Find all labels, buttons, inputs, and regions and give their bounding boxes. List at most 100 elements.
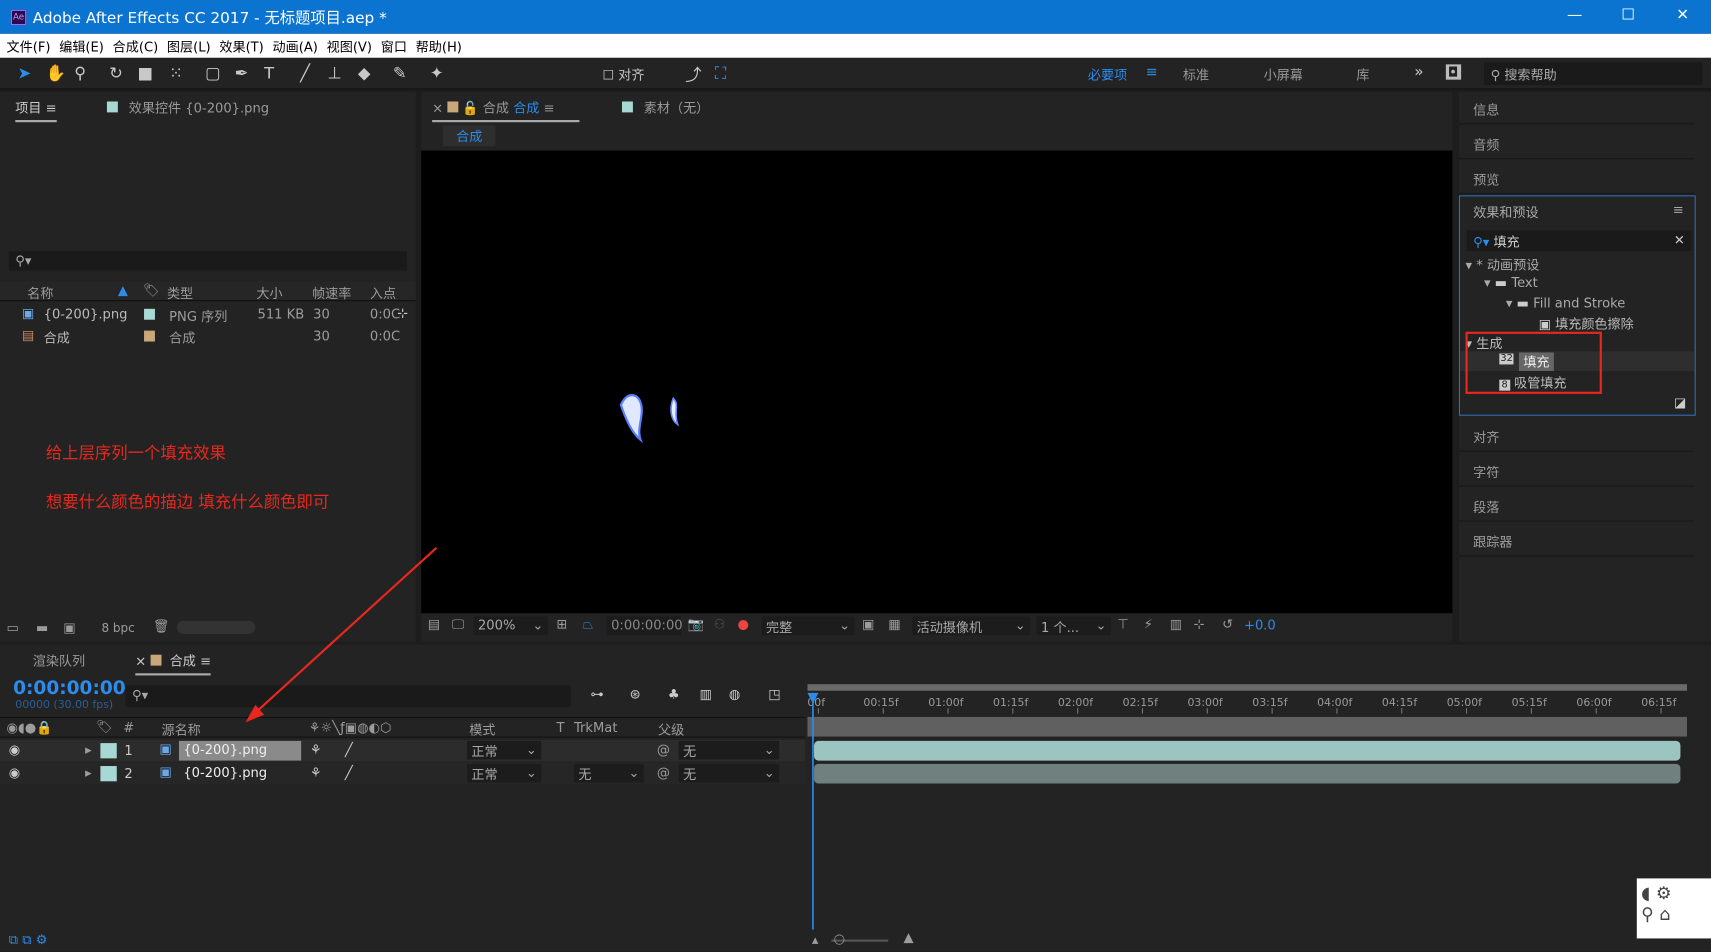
panel-tracker[interactable]: 跟踪器: [1458, 524, 1695, 557]
expand-triangle-icon[interactable]: ▸: [85, 742, 92, 757]
shy-switch-icon[interactable]: ⚘: [310, 742, 322, 757]
menu-file[interactable]: 文件(F): [7, 37, 51, 56]
resolution-dropdown[interactable]: 完整 ⌄: [761, 616, 855, 636]
menu-animation[interactable]: 动画(A): [273, 37, 318, 56]
draft-3d-icon[interactable]: ⊛: [630, 686, 641, 701]
motion-blur-icon[interactable]: ◍: [729, 686, 740, 701]
flowchart-icon[interactable]: ⊹: [397, 306, 408, 321]
stamp-tool-icon[interactable]: ⊥: [327, 63, 341, 83]
workspace-menu-icon[interactable]: ≡: [1146, 64, 1158, 80]
mode-dropdown[interactable]: 正常 ⌄: [467, 740, 542, 760]
col-name[interactable]: 名称: [27, 284, 53, 303]
selection-tool-icon[interactable]: ➤: [17, 63, 31, 83]
maximize-button[interactable]: ☐: [1612, 7, 1645, 24]
bit-depth-button[interactable]: 8 bpc: [101, 621, 134, 635]
workspace-libraries[interactable]: 库: [1356, 65, 1369, 84]
comp-navigator-tab[interactable]: 合成: [443, 125, 496, 147]
menu-edit[interactable]: 编辑(E): [59, 37, 104, 56]
more-workspaces-button[interactable]: »: [1414, 63, 1423, 80]
monitor-icon[interactable]: 🖵: [452, 617, 465, 633]
camera-tool-icon[interactable]: ■: [137, 63, 152, 83]
thumbnail-slider[interactable]: [176, 620, 256, 634]
composition-flowchart-icon[interactable]: ⊶: [590, 686, 603, 701]
views-dropdown[interactable]: 1 个... ⌄: [1036, 616, 1111, 636]
floating-tool-widget[interactable]: ◖ ⚙ ⚲ ⌂: [1636, 878, 1711, 939]
tab-footage[interactable]: 素材（无）: [621, 98, 709, 117]
toggle-pixel-aspect-icon[interactable]: ⊤: [1117, 617, 1128, 632]
new-folder-icon[interactable]: ▬: [36, 620, 48, 635]
mode-dropdown[interactable]: 正常 ⌄: [467, 763, 542, 783]
label-color-swatch[interactable]: [144, 308, 155, 320]
workspace-essentials[interactable]: 必要项: [1088, 65, 1127, 84]
minimize-button[interactable]: —: [1558, 7, 1591, 24]
visibility-eye-icon[interactable]: ◉: [9, 742, 20, 757]
exposure-value[interactable]: +0.0: [1244, 618, 1276, 633]
trash-icon[interactable]: 🗑: [153, 619, 170, 634]
puppet-tool-icon[interactable]: ✦: [430, 63, 444, 83]
zoom-dropdown[interactable]: 200% ⌄: [473, 616, 548, 636]
sort-ascending-icon[interactable]: ▲: [118, 283, 128, 298]
layer-row[interactable]: ◉ ▸ 2 ▣ {0-200}.png ⚘ ╱ 正常 ⌄ 无 ⌄ @ 无 ⌄: [0, 762, 806, 785]
tab-project[interactable]: 项目 ≡: [15, 98, 57, 123]
workspace-small-screen[interactable]: 小屏幕: [1264, 65, 1303, 84]
parent-dropdown[interactable]: 无 ⌄: [678, 763, 780, 783]
menu-layer[interactable]: 图层(L): [167, 37, 211, 56]
tree-item[interactable]: ▾ ▬ Text: [1484, 275, 1538, 290]
show-snapshot-icon[interactable]: ⚇: [714, 617, 726, 632]
effects-search-input[interactable]: ⚲▾ 填充 ✕: [1466, 230, 1692, 251]
safe-zones-icon[interactable]: ⊞: [557, 617, 568, 632]
menu-effect[interactable]: 效果(T): [219, 37, 263, 56]
panel-character[interactable]: 字符: [1458, 454, 1695, 487]
tab-effect-controls[interactable]: 效果控件 {0-200}.png: [106, 98, 269, 117]
layer-row[interactable]: ◉ ▸ 1 ▣ {0-200}.png ⚘ ╱ 正常 ⌄ @ 无 ⌄: [0, 739, 806, 762]
current-time-field[interactable]: 0:00:00:00: [606, 616, 683, 636]
menu-window[interactable]: 窗口: [381, 37, 407, 56]
zoom-in-icon[interactable]: ▲: [904, 930, 914, 945]
close-button[interactable]: ✕: [1666, 7, 1699, 24]
tree-item[interactable]: ▣ 填充颜色擦除: [1539, 314, 1634, 333]
roto-brush-tool-icon[interactable]: ✎: [393, 63, 407, 83]
menu-composition[interactable]: 合成(C): [113, 37, 159, 56]
graph-editor-icon[interactable]: ◳: [768, 686, 780, 701]
panel-paragraph[interactable]: 段落: [1458, 489, 1695, 522]
col-type[interactable]: 类型: [167, 284, 193, 303]
label-color-swatch[interactable]: [100, 766, 117, 782]
col-in-point[interactable]: 入点: [370, 284, 396, 303]
workspace-standard[interactable]: 标准: [1183, 65, 1209, 84]
col-source-name[interactable]: 源名称: [161, 720, 200, 739]
interpret-footage-icon[interactable]: ▭: [7, 620, 19, 635]
panel-audio[interactable]: 音频: [1458, 127, 1695, 160]
tab-timeline-comp[interactable]: × 合成 ≡: [135, 651, 212, 676]
align-checkbox[interactable]: ☐ 对齐: [602, 65, 644, 84]
transparency-grid-icon[interactable]: ▦: [888, 617, 900, 632]
expand-triangle-icon[interactable]: ▸: [85, 765, 92, 780]
timeline-search-input[interactable]: ⚲▾: [125, 685, 571, 708]
col-fps[interactable]: 帧速率: [312, 284, 351, 303]
project-search-input[interactable]: ⚲▾: [8, 250, 408, 271]
channel-icon[interactable]: ●: [738, 617, 749, 632]
layer-switches-toggle-icon[interactable]: ⧉ ⧉ ⚙: [9, 932, 48, 948]
snapshot-icon[interactable]: 📷: [687, 617, 703, 632]
layer-bar[interactable]: [814, 763, 1681, 784]
zoom-slider-handle[interactable]: ○: [834, 931, 845, 946]
trkmat-dropdown[interactable]: 无 ⌄: [573, 763, 644, 783]
time-navigator[interactable]: [807, 716, 1687, 737]
brush-tool-icon[interactable]: ╱: [300, 63, 310, 83]
region-of-interest-icon[interactable]: ▣: [862, 617, 874, 632]
composition-viewer[interactable]: [421, 150, 1453, 614]
fast-previews-icon[interactable]: ⚡: [1144, 617, 1153, 632]
parent-pickwhip-icon[interactable]: @: [657, 742, 670, 757]
layer-name[interactable]: {0-200}.png: [179, 764, 301, 784]
clear-search-icon[interactable]: ✕: [1674, 232, 1685, 247]
new-composition-icon[interactable]: ▣: [63, 620, 75, 635]
reset-exposure-icon[interactable]: ↺: [1222, 617, 1233, 632]
quality-switch-icon[interactable]: ╱: [345, 742, 353, 757]
panel-preview[interactable]: 预览: [1458, 161, 1695, 195]
layer-bar[interactable]: [814, 740, 1681, 761]
rotate-tool-icon[interactable]: ↻: [109, 63, 123, 83]
frame-blending-icon[interactable]: ▥: [699, 686, 711, 701]
visibility-eye-icon[interactable]: ◉: [9, 765, 20, 780]
timeline-timecode[interactable]: 0:00:00:00: [13, 678, 126, 700]
timeline-area[interactable]: 00f 00:15f 01:00f 01:15f 02:00f 02:15f 03:00f 0…: [807, 678, 1696, 930]
new-preset-icon[interactable]: ◪: [1674, 395, 1686, 410]
